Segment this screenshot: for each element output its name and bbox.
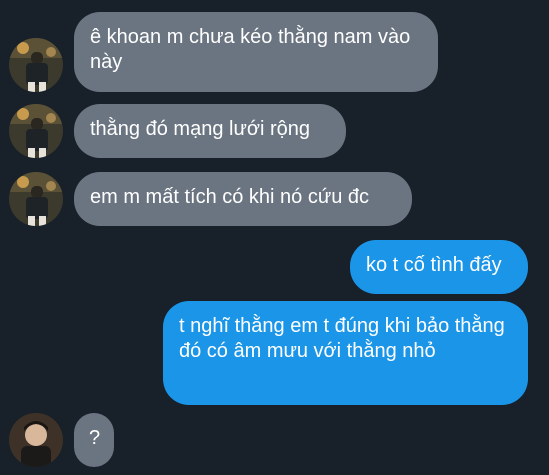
person-photo-icon bbox=[9, 104, 63, 158]
person-photo-icon bbox=[9, 172, 63, 226]
message-text: em m mất tích có khi nó cứu đc bbox=[90, 186, 370, 208]
message-text: t nghĩ thằng em t đúng khi bảo thằng đó … bbox=[179, 315, 505, 362]
message-bubble-incoming[interactable]: ? bbox=[74, 413, 114, 467]
sender-avatar[interactable] bbox=[9, 38, 63, 92]
message-bubble-outgoing[interactable]: ko t cố tình đấy bbox=[350, 240, 528, 294]
message-bubble-incoming[interactable]: ê khoan m chưa kéo thằng nam vào này bbox=[74, 12, 438, 92]
sender-avatar[interactable] bbox=[9, 413, 63, 467]
chat-thread: ê khoan m chưa kéo thằng nam vào này thằ… bbox=[0, 0, 549, 475]
message-text: ko t cố tình đấy bbox=[366, 254, 502, 276]
message-text: thằng đó mạng lưới rộng bbox=[90, 118, 310, 140]
message-text: ê khoan m chưa kéo thằng nam vào này bbox=[90, 26, 411, 73]
sender-avatar[interactable] bbox=[9, 104, 63, 158]
person-photo-icon bbox=[9, 413, 63, 467]
message-bubble-outgoing[interactable]: t nghĩ thằng em t đúng khi bảo thằng đó … bbox=[163, 301, 528, 405]
message-bubble-incoming[interactable]: thằng đó mạng lưới rộng bbox=[74, 104, 346, 158]
message-bubble-incoming[interactable]: em m mất tích có khi nó cứu đc bbox=[74, 172, 412, 226]
person-photo-icon bbox=[9, 38, 63, 92]
sender-avatar[interactable] bbox=[9, 172, 63, 226]
message-text: ? bbox=[89, 427, 101, 449]
